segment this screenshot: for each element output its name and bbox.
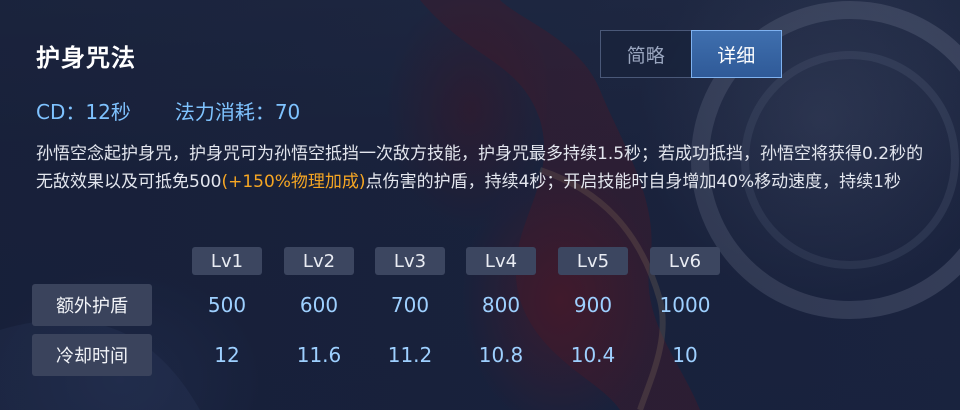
table-cell: 1000 bbox=[659, 293, 711, 317]
skill-title: 护身咒法 bbox=[36, 44, 136, 72]
table-cell: 500 bbox=[207, 293, 247, 317]
tab-detail[interactable]: 详细 bbox=[690, 30, 782, 78]
description-part-2: 以及可抵免500 bbox=[104, 172, 222, 192]
level-header: Lv3 bbox=[375, 247, 445, 275]
table-cell: 11.2 bbox=[387, 343, 433, 367]
level-header: Lv5 bbox=[558, 247, 628, 275]
table-cell: 10.4 bbox=[570, 343, 616, 367]
table-cell: 700 bbox=[390, 293, 430, 317]
mana-cost-value: 70 bbox=[274, 100, 301, 124]
mana-cost-label: 法力消耗： bbox=[174, 100, 275, 124]
row-label-cooldown: 冷却时间 bbox=[32, 334, 152, 376]
description-part-3: 点伤害的护盾，持续4秒；开启技能时自身增加40%移动速度，持续1秒 bbox=[365, 172, 901, 192]
row-label-extra-shield: 额外护盾 bbox=[32, 284, 152, 326]
cooldown-stat: CD：12秒 bbox=[36, 96, 131, 125]
description-part-1: 孙悟空念起护身咒，护身咒可为孙悟空抵挡一次敌方技能，护身咒最多持续1.5秒；若成… bbox=[36, 144, 829, 164]
cooldown-label: CD： bbox=[36, 100, 86, 124]
tab-brief[interactable]: 简略 bbox=[601, 31, 691, 77]
skill-description: 孙悟空念起护身咒，护身咒可为孙悟空抵挡一次敌方技能，护身咒最多持续1.5秒；若成… bbox=[36, 140, 936, 196]
mana-cost-stat: 法力消耗：70 bbox=[175, 96, 300, 125]
cooldown-value: 12秒 bbox=[85, 100, 131, 124]
table-cell: 12 bbox=[214, 343, 240, 367]
level-header: Lv4 bbox=[466, 247, 536, 275]
level-header: Lv6 bbox=[650, 247, 720, 275]
table-cell: 10 bbox=[672, 343, 698, 367]
table-cell: 600 bbox=[299, 293, 339, 317]
table-cell: 800 bbox=[481, 293, 521, 317]
table-cell: 10.8 bbox=[478, 343, 524, 367]
description-bonus: (+150%物理加成) bbox=[221, 172, 366, 192]
skill-stats: CD：12秒 法力消耗：70 bbox=[36, 96, 300, 125]
level-header: Lv1 bbox=[192, 247, 262, 275]
level-header: Lv2 bbox=[284, 247, 354, 275]
table-cell: 900 bbox=[573, 293, 613, 317]
view-toggle[interactable]: 简略 详细 bbox=[600, 30, 782, 78]
table-cell: 11.6 bbox=[296, 343, 342, 367]
